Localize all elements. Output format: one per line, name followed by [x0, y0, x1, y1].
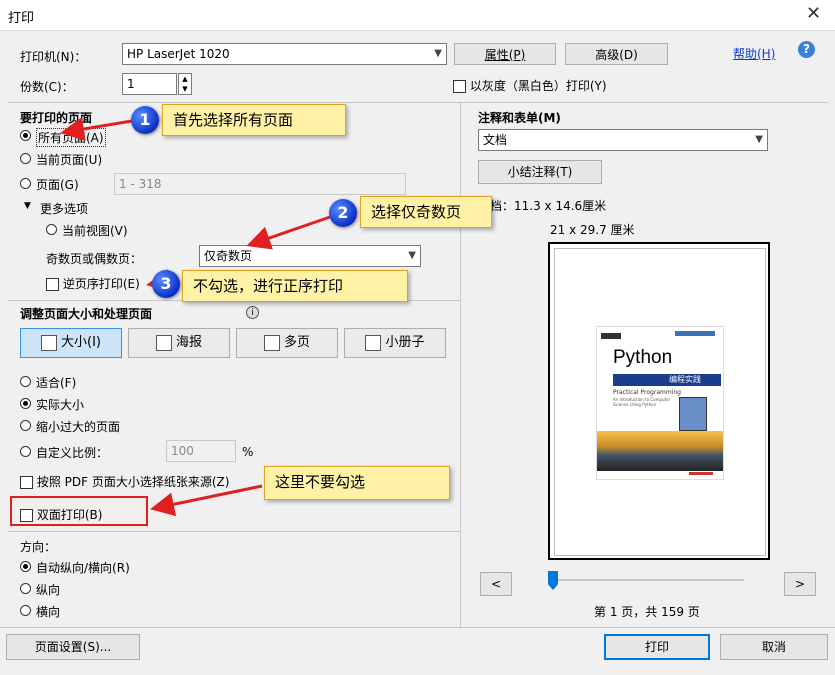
annotation-callout-2: 选择仅奇数页 [360, 196, 492, 228]
annotation-badge-3: 3 [152, 270, 180, 298]
annotation-callout-4: 这里不要勾选 [264, 466, 450, 500]
annotation-badge-2: 2 [329, 199, 357, 227]
annotation-badge-1: 1 [131, 106, 159, 134]
annotation-callout-3: 不勾选，进行正序打印 [182, 270, 408, 302]
arrow-2 [246, 215, 331, 250]
arrow-4 [150, 484, 263, 517]
annotation-arrows [60, 117, 331, 517]
arrow-1 [60, 117, 133, 141]
annotation-callout-1: 首先选择所有页面 [162, 104, 346, 136]
